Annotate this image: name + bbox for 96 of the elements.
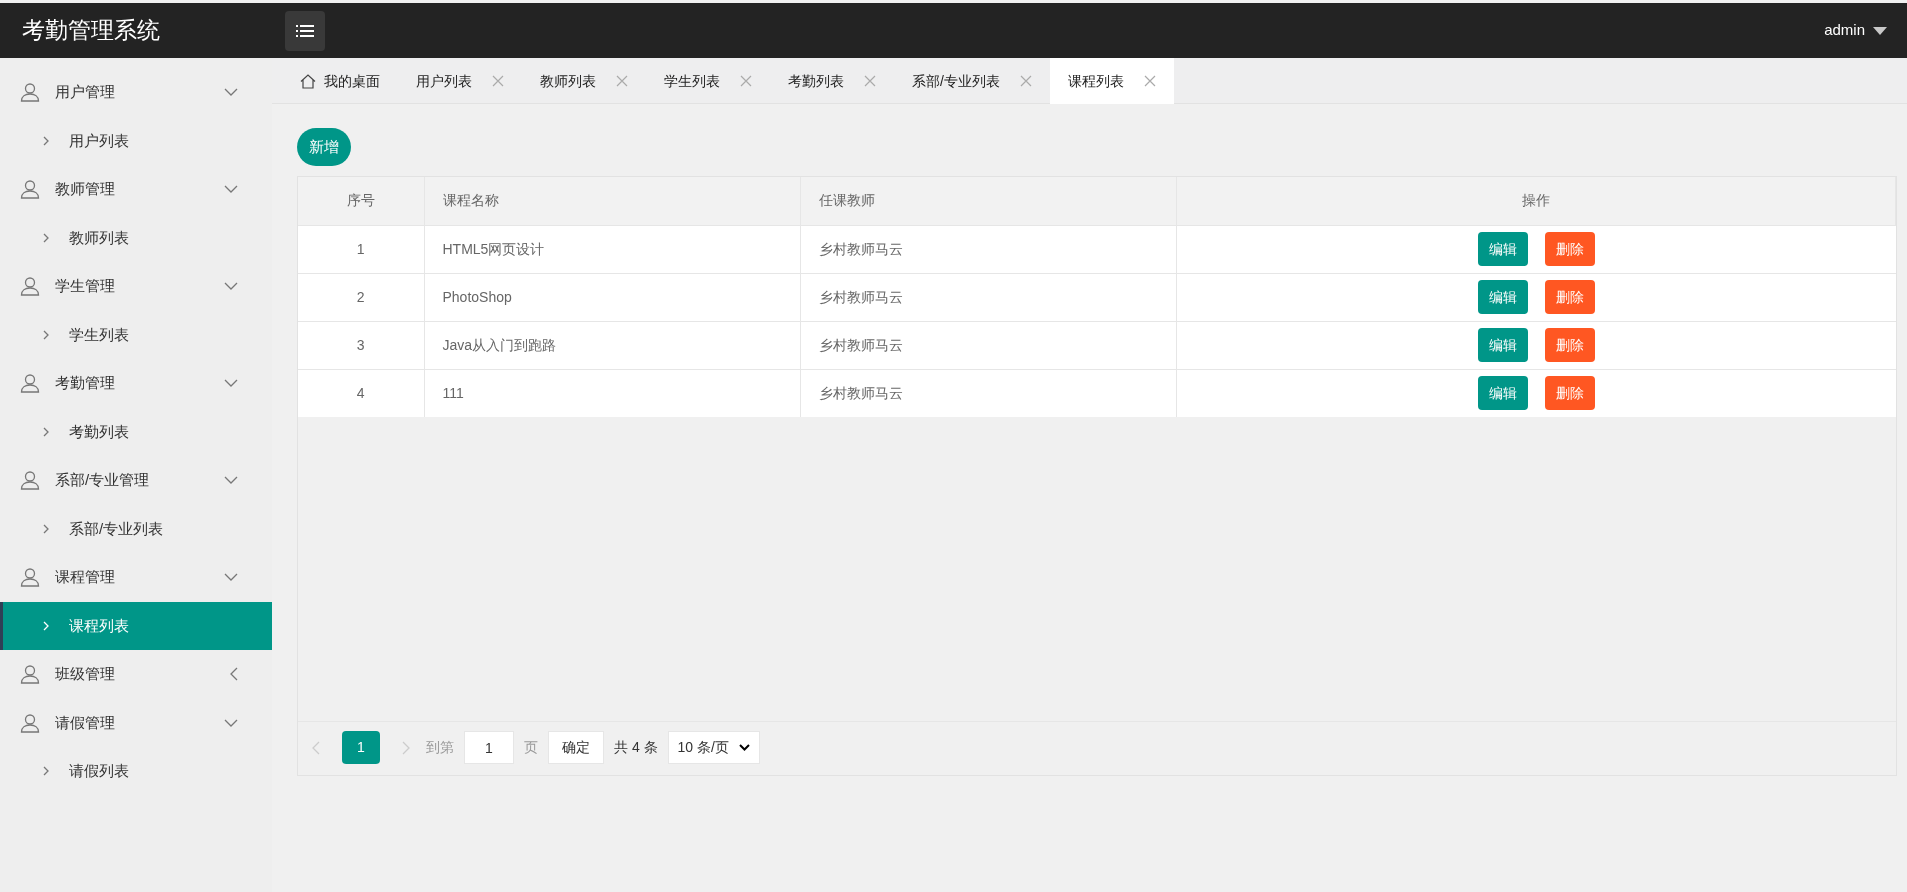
page-size-select[interactable]: 10 条/页: [667, 731, 760, 764]
table-cell: 1: [298, 225, 424, 273]
table-cell: 乡村教师马云: [800, 225, 1176, 273]
edit-button[interactable]: 编辑: [1477, 376, 1528, 411]
user-icon: [20, 373, 40, 394]
menu-toggle-button[interactable]: [285, 10, 325, 51]
user-icon: [20, 567, 40, 588]
sidebar-group[interactable]: 系部/专业管理: [0, 456, 272, 505]
menu-icon: [296, 23, 314, 38]
page-button[interactable]: 1: [342, 731, 380, 764]
user-icon: [20, 664, 40, 685]
chevron-down-icon: [224, 185, 238, 194]
chevron-right-icon: [43, 426, 49, 437]
sidebar-item[interactable]: 课程列表: [0, 601, 272, 650]
goto-label: 到第: [426, 738, 454, 757]
tab[interactable]: 教师列表: [522, 58, 646, 104]
chevron-left-icon: [230, 667, 238, 682]
column-header: 操作: [1176, 177, 1896, 225]
sidebar-item[interactable]: 学生列表: [0, 310, 272, 359]
edit-button[interactable]: 编辑: [1477, 232, 1528, 266]
sidebar-group-label: 教师管理: [55, 179, 116, 199]
chevron-down-icon: [224, 476, 238, 485]
tab[interactable]: 我的桌面: [282, 58, 398, 104]
chevron-right-icon: [43, 766, 49, 777]
page-unit-label: 页: [524, 738, 538, 757]
chevron-down-icon: [224, 88, 238, 97]
chevron-right-icon: [43, 329, 49, 340]
table-cell: PhotoShop: [424, 273, 800, 321]
tab[interactable]: 系部/专业列表: [894, 58, 1050, 104]
sidebar-group-label: 用户管理: [55, 82, 116, 102]
chevron-right-icon: [43, 135, 49, 146]
previous-page-icon[interactable]: [312, 740, 320, 755]
chevron-right-icon: [43, 523, 49, 534]
close-icon[interactable]: [616, 75, 628, 87]
chevron-right-icon: [43, 232, 49, 243]
sidebar-group[interactable]: 考勤管理: [0, 359, 272, 408]
table-cell: 3: [298, 321, 424, 369]
sidebar-group[interactable]: 请假管理: [0, 698, 272, 747]
sidebar-group-label: 课程管理: [55, 567, 116, 587]
table-cell: 乡村教师马云: [800, 369, 1176, 417]
user-icon: [20, 276, 40, 297]
chevron-right-icon: [43, 620, 49, 631]
column-header: 序号: [298, 177, 424, 225]
page-number-field[interactable]: 1: [464, 731, 514, 764]
sidebar-item[interactable]: 请假列表: [0, 747, 272, 796]
chevron-down-icon: [738, 744, 750, 751]
app-title: 考勤管理系统: [21, 16, 161, 46]
sidebar-group[interactable]: 学生管理: [0, 262, 272, 311]
user-icon: [20, 712, 40, 733]
add-button[interactable]: 新增: [297, 128, 351, 166]
close-icon[interactable]: [740, 75, 752, 87]
chevron-down-icon: [224, 573, 238, 582]
chevron-down-icon: [224, 282, 238, 291]
table-cell: Java从入门到跑路: [424, 321, 800, 369]
tab[interactable]: 考勤列表: [770, 58, 894, 104]
table-cell: HTML5网页设计: [424, 225, 800, 273]
sidebar-group-label: 学生管理: [55, 276, 116, 296]
table-cell: 4: [298, 369, 424, 417]
sidebar-item[interactable]: 系部/专业列表: [0, 504, 272, 553]
chevron-down-icon: [224, 718, 238, 727]
sidebar-group[interactable]: 用户管理: [0, 68, 272, 117]
sidebar-item[interactable]: 教师列表: [0, 213, 272, 262]
column-header: 任课教师: [800, 177, 1176, 225]
sidebar-group[interactable]: 班级管理: [0, 650, 272, 699]
tab[interactable]: 课程列表: [1049, 58, 1174, 104]
close-icon[interactable]: [1143, 75, 1156, 87]
table-cell: 乡村教师马云: [800, 321, 1176, 369]
user-icon: [20, 82, 40, 103]
user-icon: [20, 179, 40, 200]
tab[interactable]: 用户列表: [398, 58, 522, 104]
sidebar-group-label: 系部/专业管理: [55, 470, 151, 490]
confirm-button[interactable]: 确定: [548, 731, 604, 764]
tab[interactable]: 学生列表: [646, 58, 770, 104]
sidebar-group-label: 考勤管理: [55, 373, 116, 393]
close-icon[interactable]: [864, 75, 876, 87]
home-icon: [300, 73, 316, 89]
sidebar-group[interactable]: 课程管理: [0, 553, 272, 602]
sidebar-item[interactable]: 用户列表: [0, 116, 272, 165]
sidebar-group[interactable]: 教师管理: [0, 165, 272, 214]
edit-button[interactable]: 编辑: [1477, 328, 1528, 362]
total-count: 共 4 条: [614, 738, 658, 757]
close-icon[interactable]: [492, 75, 504, 87]
table-cell: 111: [424, 369, 800, 417]
username-link[interactable]: admin: [1824, 19, 1865, 42]
column-header: 课程名称: [424, 177, 800, 225]
sidebar-group-label: 班级管理: [55, 664, 116, 684]
edit-button[interactable]: 编辑: [1477, 280, 1528, 314]
sidebar-item[interactable]: 考勤列表: [0, 407, 272, 456]
sidebar-group-label: 请假管理: [55, 712, 116, 733]
dropdown-caret-icon[interactable]: [1873, 26, 1887, 35]
next-page-icon[interactable]: [402, 740, 410, 755]
chevron-down-icon: [224, 379, 238, 388]
close-icon[interactable]: [1019, 75, 1032, 87]
table-cell: 2: [298, 273, 424, 321]
table-cell: 乡村教师马云: [800, 273, 1176, 321]
user-icon: [20, 470, 40, 491]
